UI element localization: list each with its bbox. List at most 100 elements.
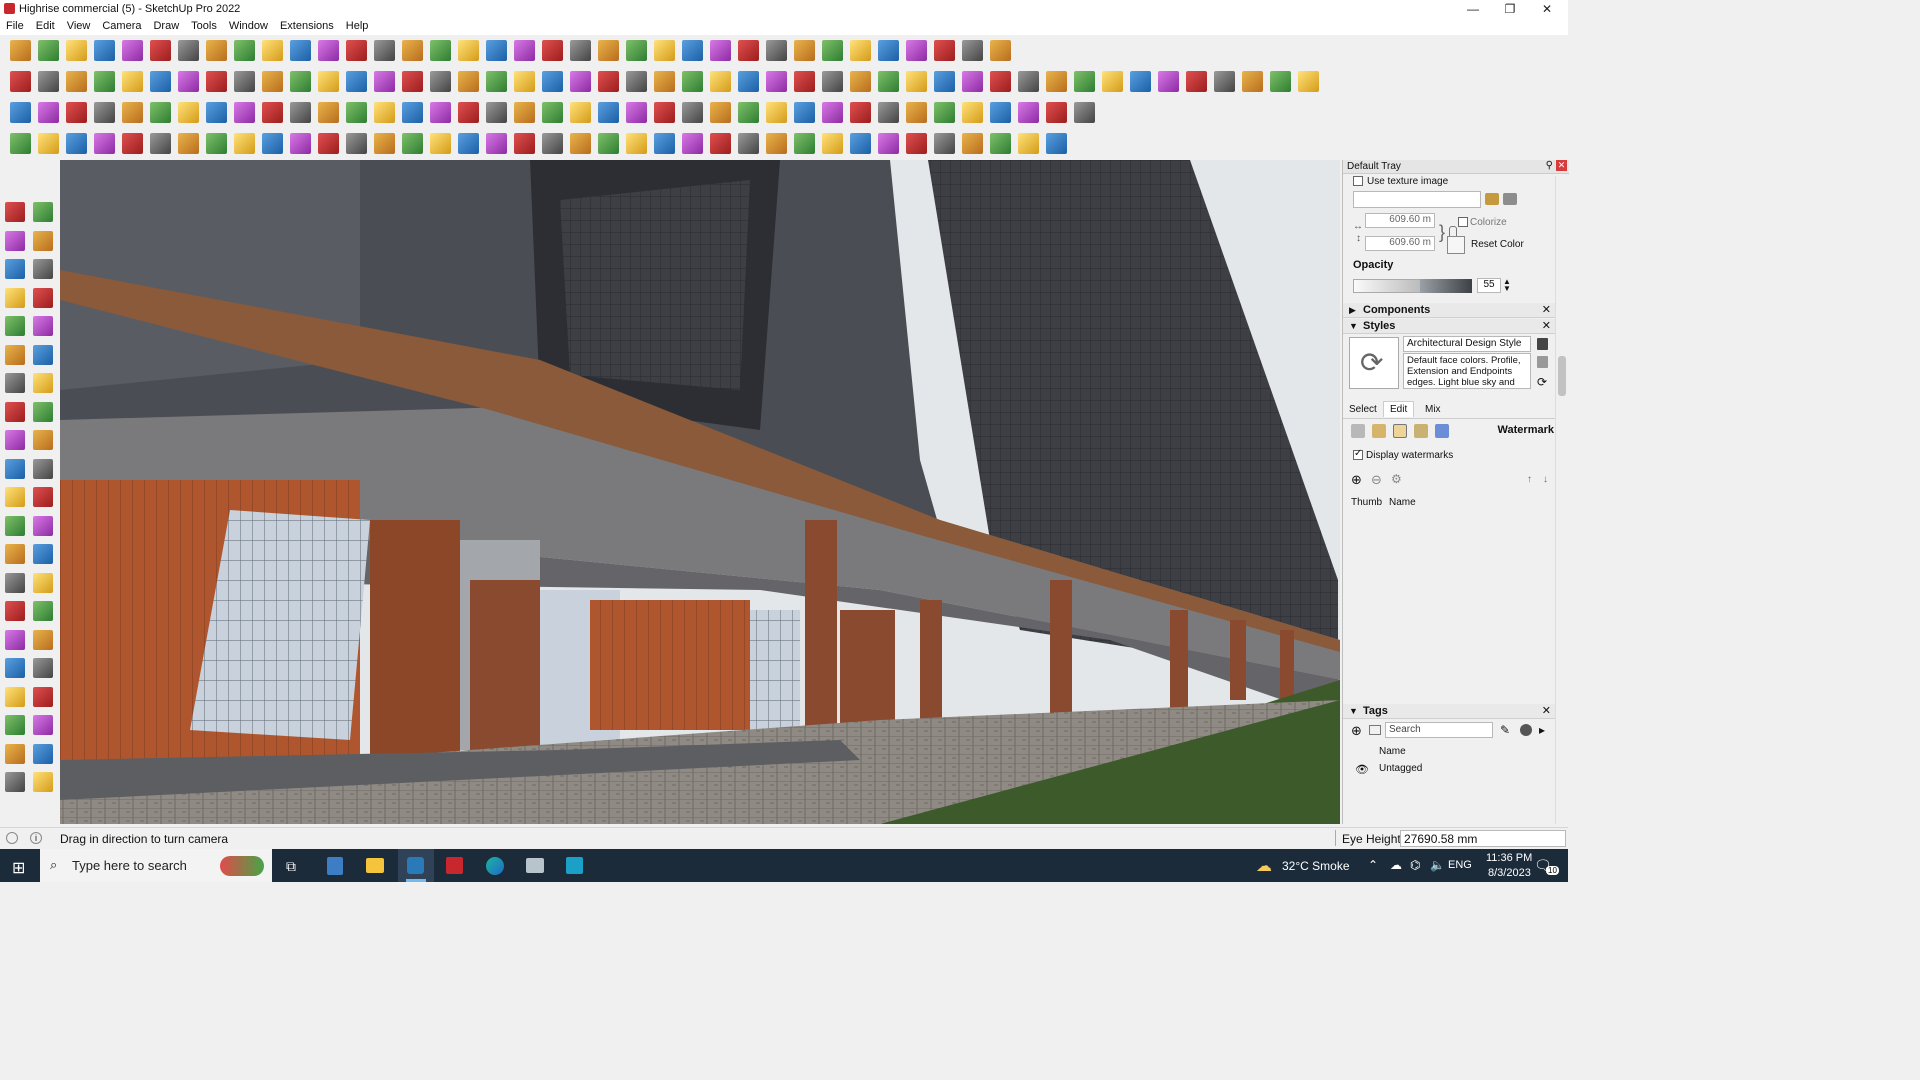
tab-select[interactable]: Select	[1349, 404, 1377, 415]
menu-help[interactable]: Help	[340, 18, 375, 32]
toolbar-tool-icon[interactable]	[150, 133, 171, 154]
palette-tool-icon[interactable]	[5, 487, 25, 507]
sketchup-taskbar-button[interactable]	[398, 849, 434, 882]
sync-style-icon[interactable]: ⟳	[1537, 375, 1547, 389]
toolbar-tool-icon[interactable]	[374, 71, 395, 92]
toolbar-tool-icon[interactable]	[514, 71, 535, 92]
toolbar-tool-icon[interactable]	[38, 71, 59, 92]
toolbar-tool-icon[interactable]	[94, 40, 115, 61]
color-by-tag-icon[interactable]	[1520, 724, 1532, 736]
toolbar-tool-icon[interactable]	[290, 102, 311, 123]
toolbar-tool-icon[interactable]	[1046, 71, 1067, 92]
onedrive-icon[interactable]: ☁	[1390, 858, 1402, 872]
tag-tool-icon[interactable]: ✎	[1500, 723, 1510, 737]
toolbar-tool-icon[interactable]	[738, 102, 759, 123]
toolbar-tool-icon[interactable]	[570, 102, 591, 123]
create-style-icon[interactable]	[1537, 338, 1548, 350]
palette-tool-icon[interactable]	[5, 601, 25, 621]
measurements-box[interactable]: 27690.58 mm	[1400, 830, 1566, 847]
palette-tool-icon[interactable]	[5, 230, 25, 251]
minimize-button[interactable]: —	[1455, 1, 1491, 17]
toolbar-tool-icon[interactable]	[1186, 71, 1207, 92]
palette-tool-icon[interactable]	[33, 743, 53, 764]
maximize-button[interactable]: ❐	[1492, 1, 1528, 17]
toolbar-tool-icon[interactable]	[934, 133, 955, 154]
tag-item-untagged[interactable]: Untagged	[1379, 763, 1422, 774]
toolbar-tool-icon[interactable]	[10, 102, 31, 123]
toolbar-tool-icon[interactable]	[906, 71, 927, 92]
toolbar-tool-icon[interactable]	[766, 133, 787, 154]
toolbar-tool-icon[interactable]	[626, 40, 647, 61]
toolbar-tool-icon[interactable]	[430, 133, 451, 154]
toolbar-tool-icon[interactable]	[486, 102, 507, 123]
toolbar-tool-icon[interactable]	[990, 133, 1011, 154]
palette-tool-icon[interactable]	[33, 686, 53, 707]
toolbar-tool-icon[interactable]	[850, 102, 871, 123]
toolbar-tool-icon[interactable]	[94, 133, 115, 154]
colorize-checkbox[interactable]	[1458, 217, 1468, 227]
toolbar-tool-icon[interactable]	[10, 71, 31, 92]
toolbar-tool-icon[interactable]	[234, 40, 255, 61]
toolbar-tool-icon[interactable]	[906, 40, 927, 61]
toolbar-tool-icon[interactable]	[1158, 71, 1179, 92]
toolbar-tool-icon[interactable]	[710, 71, 731, 92]
styles-close-icon[interactable]: ✕	[1542, 319, 1551, 332]
toolbar-tool-icon[interactable]	[486, 71, 507, 92]
texture-height-field[interactable]: 609.60 m	[1365, 236, 1435, 251]
opacity-slider-track[interactable]	[1353, 279, 1472, 293]
toolbar-tool-icon[interactable]	[906, 102, 927, 123]
windows-start-icon[interactable]: ⊞	[12, 858, 25, 878]
toolbar-tool-icon[interactable]	[654, 133, 675, 154]
toolbar-tool-icon[interactable]	[430, 102, 451, 123]
toolbar-tool-icon[interactable]	[1270, 71, 1291, 92]
toolbar-tool-icon[interactable]	[682, 71, 703, 92]
toolbar-tool-icon[interactable]	[262, 40, 283, 61]
toolbar-tool-icon[interactable]	[66, 133, 87, 154]
toolbar-tool-icon[interactable]	[682, 133, 703, 154]
toolbar-tool-icon[interactable]	[822, 40, 843, 61]
toolbar-tool-icon[interactable]	[822, 133, 843, 154]
autocad-icon[interactable]	[446, 857, 463, 874]
toolbar-tool-icon[interactable]	[962, 102, 983, 123]
remove-watermark-icon[interactable]: ⊖	[1371, 472, 1382, 488]
tags-search-input[interactable]: Search	[1385, 722, 1493, 738]
palette-tool-icon[interactable]	[5, 316, 25, 336]
palette-tool-icon[interactable]	[33, 658, 53, 678]
toolbar-tool-icon[interactable]	[934, 71, 955, 92]
toolbar-tool-icon[interactable]	[570, 133, 591, 154]
toolbar-tool-icon[interactable]	[598, 133, 619, 154]
toolbar-tool-icon[interactable]	[570, 40, 591, 61]
watermark-settings-icon[interactable]	[1414, 424, 1428, 438]
toolbar-tool-icon[interactable]	[794, 71, 815, 92]
toolbar-tool-icon[interactable]	[962, 40, 983, 61]
palette-tool-icon[interactable]	[33, 515, 53, 536]
toolbar-tool-icon[interactable]	[318, 40, 339, 61]
palette-tool-icon[interactable]	[33, 772, 53, 792]
network-icon[interactable]: ⌬	[1410, 858, 1420, 872]
toolbar-tool-icon[interactable]	[10, 40, 31, 61]
toolbar-tool-icon[interactable]	[38, 40, 59, 61]
clock-date[interactable]: 8/3/2023	[1488, 867, 1531, 879]
menu-draw[interactable]: Draw	[147, 18, 185, 32]
toolbar-tool-icon[interactable]	[598, 102, 619, 123]
add-tag-icon[interactable]: ⊕	[1351, 723, 1362, 739]
toolbar-tool-icon[interactable]	[1298, 71, 1319, 92]
toolbar-tool-icon[interactable]	[934, 40, 955, 61]
toolbar-tool-icon[interactable]	[626, 133, 647, 154]
tray-close-icon[interactable]: ✕	[1556, 160, 1567, 171]
toolbar-tool-icon[interactable]	[374, 102, 395, 123]
styles-panel-header[interactable]: ▼ Styles ✕	[1343, 319, 1555, 334]
toolbar-tool-icon[interactable]	[514, 102, 535, 123]
toolbar-tool-icon[interactable]	[514, 133, 535, 154]
toolbar-tool-icon[interactable]	[374, 133, 395, 154]
toolbar-tool-icon[interactable]	[794, 133, 815, 154]
palette-tool-icon[interactable]	[33, 487, 53, 507]
toolbar-tool-icon[interactable]	[542, 102, 563, 123]
toolbar-tool-icon[interactable]	[878, 133, 899, 154]
toolbar-tool-icon[interactable]	[626, 102, 647, 123]
toolbar-tool-icon[interactable]	[1074, 102, 1095, 123]
taskbar-search-box[interactable]: ⌕ Type here to search	[40, 849, 272, 882]
toolbar-tool-icon[interactable]	[654, 40, 675, 61]
pin-icon[interactable]: ⚲	[1546, 160, 1553, 171]
components-close-icon[interactable]: ✕	[1542, 303, 1551, 316]
